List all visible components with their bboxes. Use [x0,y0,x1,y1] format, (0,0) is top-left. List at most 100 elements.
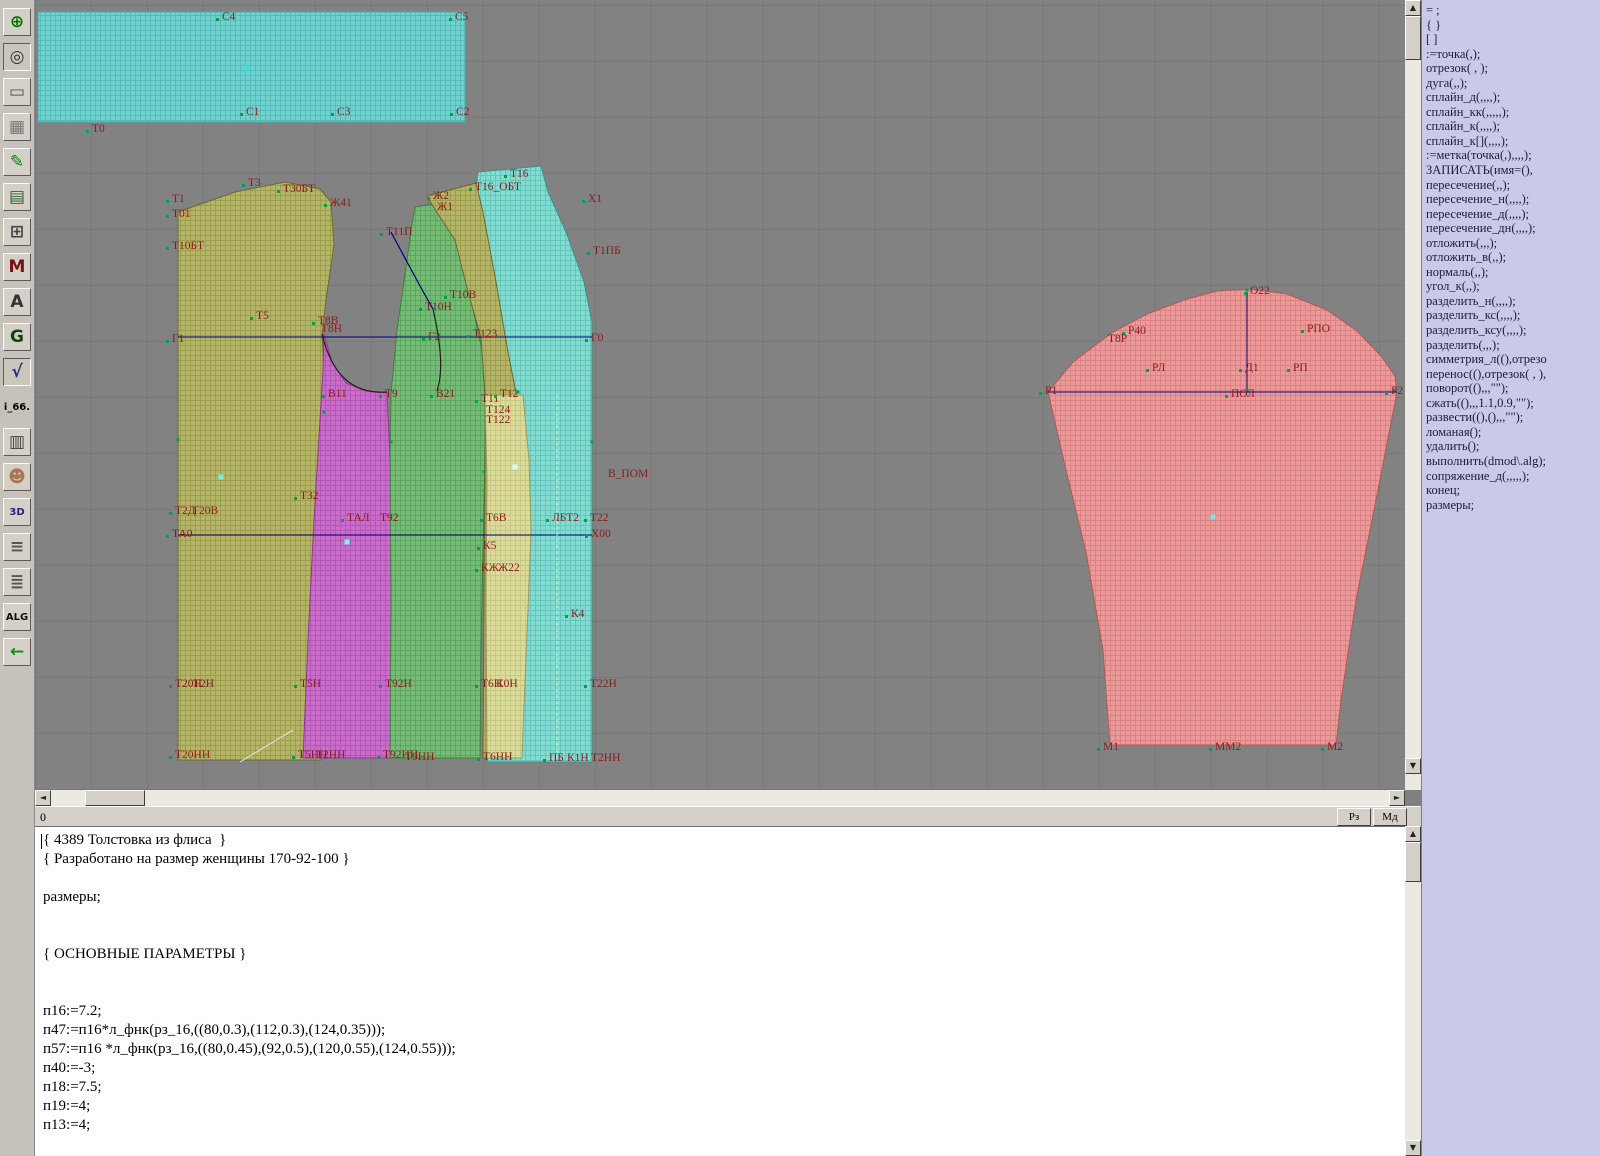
editor-line[interactable]: п16:=7.2; [43,1003,1405,1022]
photo-icon[interactable]: ☻ [3,463,31,491]
canvas-scroll-up-icon[interactable]: ▲ [1405,0,1421,16]
pattern-point-label: С3 [337,106,351,118]
function-item[interactable]: разделить_ксу(,,,,); [1422,323,1600,338]
abc-3d-icon[interactable]: 3D [3,498,31,526]
function-item[interactable]: сплайн_к(,,,,); [1422,119,1600,134]
measure-icon[interactable]: ▭ [3,78,31,106]
editor-vscrollbar[interactable]: ▲ ▼ [1405,826,1421,1156]
function-item[interactable]: перенос((),отрезок( , ), [1422,367,1600,382]
notes-icon[interactable]: ▤ [3,183,31,211]
code-editor[interactable]: { 4389 Толстовка из флиса }{ Разработано… [35,826,1405,1156]
function-item[interactable]: разделить_н(,,,,); [1422,294,1600,309]
pattern-point-label: ТАЛ [347,512,370,524]
pattern-point-label: С4 [222,11,236,23]
pattern-point-marker [242,184,245,187]
function-item[interactable]: пересечение(,,); [1422,178,1600,193]
editor-line[interactable] [43,984,1405,1003]
layers-icon[interactable]: ≡ [3,533,31,561]
back-icon[interactable]: ← [3,638,31,666]
pen-icon[interactable]: ✎ [3,148,31,176]
pattern-point-label: Т9НН [405,751,434,763]
table-icon[interactable]: ▥ [3,428,31,456]
function-panel: = ;{ }[ ]:=точка(,);отрезок( , );дуга(,,… [1421,0,1600,1156]
editor-vscroll-thumb[interactable] [1405,842,1421,882]
function-item[interactable]: = ; [1422,3,1600,18]
function-item[interactable]: отрезок( , ); [1422,61,1600,76]
function-item[interactable]: конец; [1422,483,1600,498]
function-item[interactable]: { } [1422,18,1600,33]
alg-icon[interactable]: ALG [3,603,31,631]
editor-line[interactable]: п40:=-3; [43,1060,1405,1079]
editor-scroll-up-icon[interactable]: ▲ [1405,826,1421,842]
pattern-point-marker [430,395,433,398]
function-item[interactable]: ломаная(); [1422,425,1600,440]
function-item[interactable]: удалить(); [1422,439,1600,454]
function-item[interactable]: пересечение_д(,,,,); [1422,207,1600,222]
canvas-vscroll-thumb[interactable] [1405,16,1421,60]
editor-line[interactable]: п47:=п16*л_фнк(рз_16,((80,0.3),(112,0.3)… [43,1022,1405,1041]
pattern-point-label: Р2 [1391,385,1403,397]
curve-tool-icon[interactable]: √ [3,358,31,386]
canvas-scroll-right-icon[interactable]: ► [1389,790,1405,806]
function-item[interactable]: разделить_кс(,,,,); [1422,308,1600,323]
function-item[interactable]: сжать((),,,1.1,0.9,""); [1422,396,1600,411]
editor-line[interactable] [43,927,1405,946]
function-item[interactable]: :=точка(,); [1422,47,1600,62]
editor-scroll-down-icon[interactable]: ▼ [1405,1140,1421,1156]
function-item[interactable]: размеры; [1422,498,1600,513]
function-item[interactable]: поворот((),,,""); [1422,381,1600,396]
pattern-point-label: ММ2 [1215,741,1241,753]
function-item[interactable]: сплайн_к[](,,,,); [1422,134,1600,149]
canvas-hscroll-thumb[interactable] [85,790,145,806]
function-item[interactable]: развести((),(),,,""); [1422,410,1600,425]
editor-line[interactable] [43,965,1405,984]
editor-line[interactable]: п18:=7.5; [43,1079,1405,1098]
pattern-point-marker [169,685,172,688]
function-item[interactable]: симметрия_л((),отрезо [1422,352,1600,367]
zoom-in-icon[interactable]: ⊕ [3,8,31,36]
function-item[interactable]: дуга(,,); [1422,76,1600,91]
text-measure-icon[interactable]: A [3,288,31,316]
function-item[interactable]: пересечение_дн(,,,,); [1422,221,1600,236]
sleeve-piece[interactable] [1048,289,1397,745]
zoom-tool-icon[interactable]: ◎ [3,43,31,71]
function-item[interactable]: отложить_в(,,); [1422,250,1600,265]
function-item[interactable]: отложить(,,,); [1422,236,1600,251]
function-item[interactable]: угол_к(,,); [1422,279,1600,294]
function-item[interactable]: разделить(,,,); [1422,338,1600,353]
editor-line[interactable]: п57:=п16 *л_фнк(рз_16,((80,0.45),(92,0.5… [43,1041,1405,1060]
stack-icon[interactable]: ≣ [3,568,31,596]
function-item[interactable]: пересечение_н(,,,,); [1422,192,1600,207]
editor-line[interactable] [43,870,1405,889]
editor-line[interactable]: { 4389 Толстовка из флиса } [43,832,1405,851]
editor-line[interactable]: размеры; [43,889,1405,908]
m-tool-icon[interactable]: M [3,253,31,281]
editor-line[interactable]: п13:=4; [43,1117,1405,1136]
editor-line[interactable] [43,908,1405,927]
editor-line[interactable]: п19:=4; [43,1098,1405,1117]
rz-button[interactable]: Рз [1337,808,1371,826]
pattern-point-label: КЖ [481,562,500,574]
calculator-icon[interactable]: ⊞ [3,218,31,246]
function-item[interactable]: сопряжение_д(,,,,,); [1422,469,1600,484]
grid-icon[interactable]: ▦ [3,113,31,141]
canvas-vscrollbar[interactable]: ▲ ▼ [1405,0,1421,790]
editor-line[interactable]: { Разработано на размер женщины 170-92-1… [43,851,1405,870]
editor-line[interactable]: { ОСНОВНЫЕ ПАРАМЕТРЫ } [43,946,1405,965]
g-tool-icon[interactable]: G [3,323,31,351]
function-item[interactable]: сплайн_д(,,,,); [1422,90,1600,105]
function-item[interactable]: ЗАПИСАТЬ(имя=(), [1422,163,1600,178]
canvas-hscrollbar[interactable]: ◄ ► [35,790,1405,806]
canvas-scroll-down-icon[interactable]: ▼ [1405,758,1421,774]
md-button[interactable]: Мд [1373,808,1407,826]
pattern-point-label: Т20НН [175,749,210,761]
function-item[interactable]: нормаль(,,); [1422,265,1600,280]
function-item[interactable]: :=метка(точка(,),,,,); [1422,148,1600,163]
drawing-canvas[interactable]: С4С5С1С3С2Т0Т1Т3Т30БТЖ41Ж2Ж1Т16_ОБТТ16Х1… [35,0,1405,790]
function-item[interactable]: [ ] [1422,32,1600,47]
function-item[interactable]: сплайн_кк(,,,,,); [1422,105,1600,120]
canvas-scroll-left-icon[interactable]: ◄ [35,790,51,806]
strip-piece-yellow[interactable] [485,395,531,758]
function-item[interactable]: выполнить(dmod\.alg); [1422,454,1600,469]
pattern-point-marker [379,395,382,398]
